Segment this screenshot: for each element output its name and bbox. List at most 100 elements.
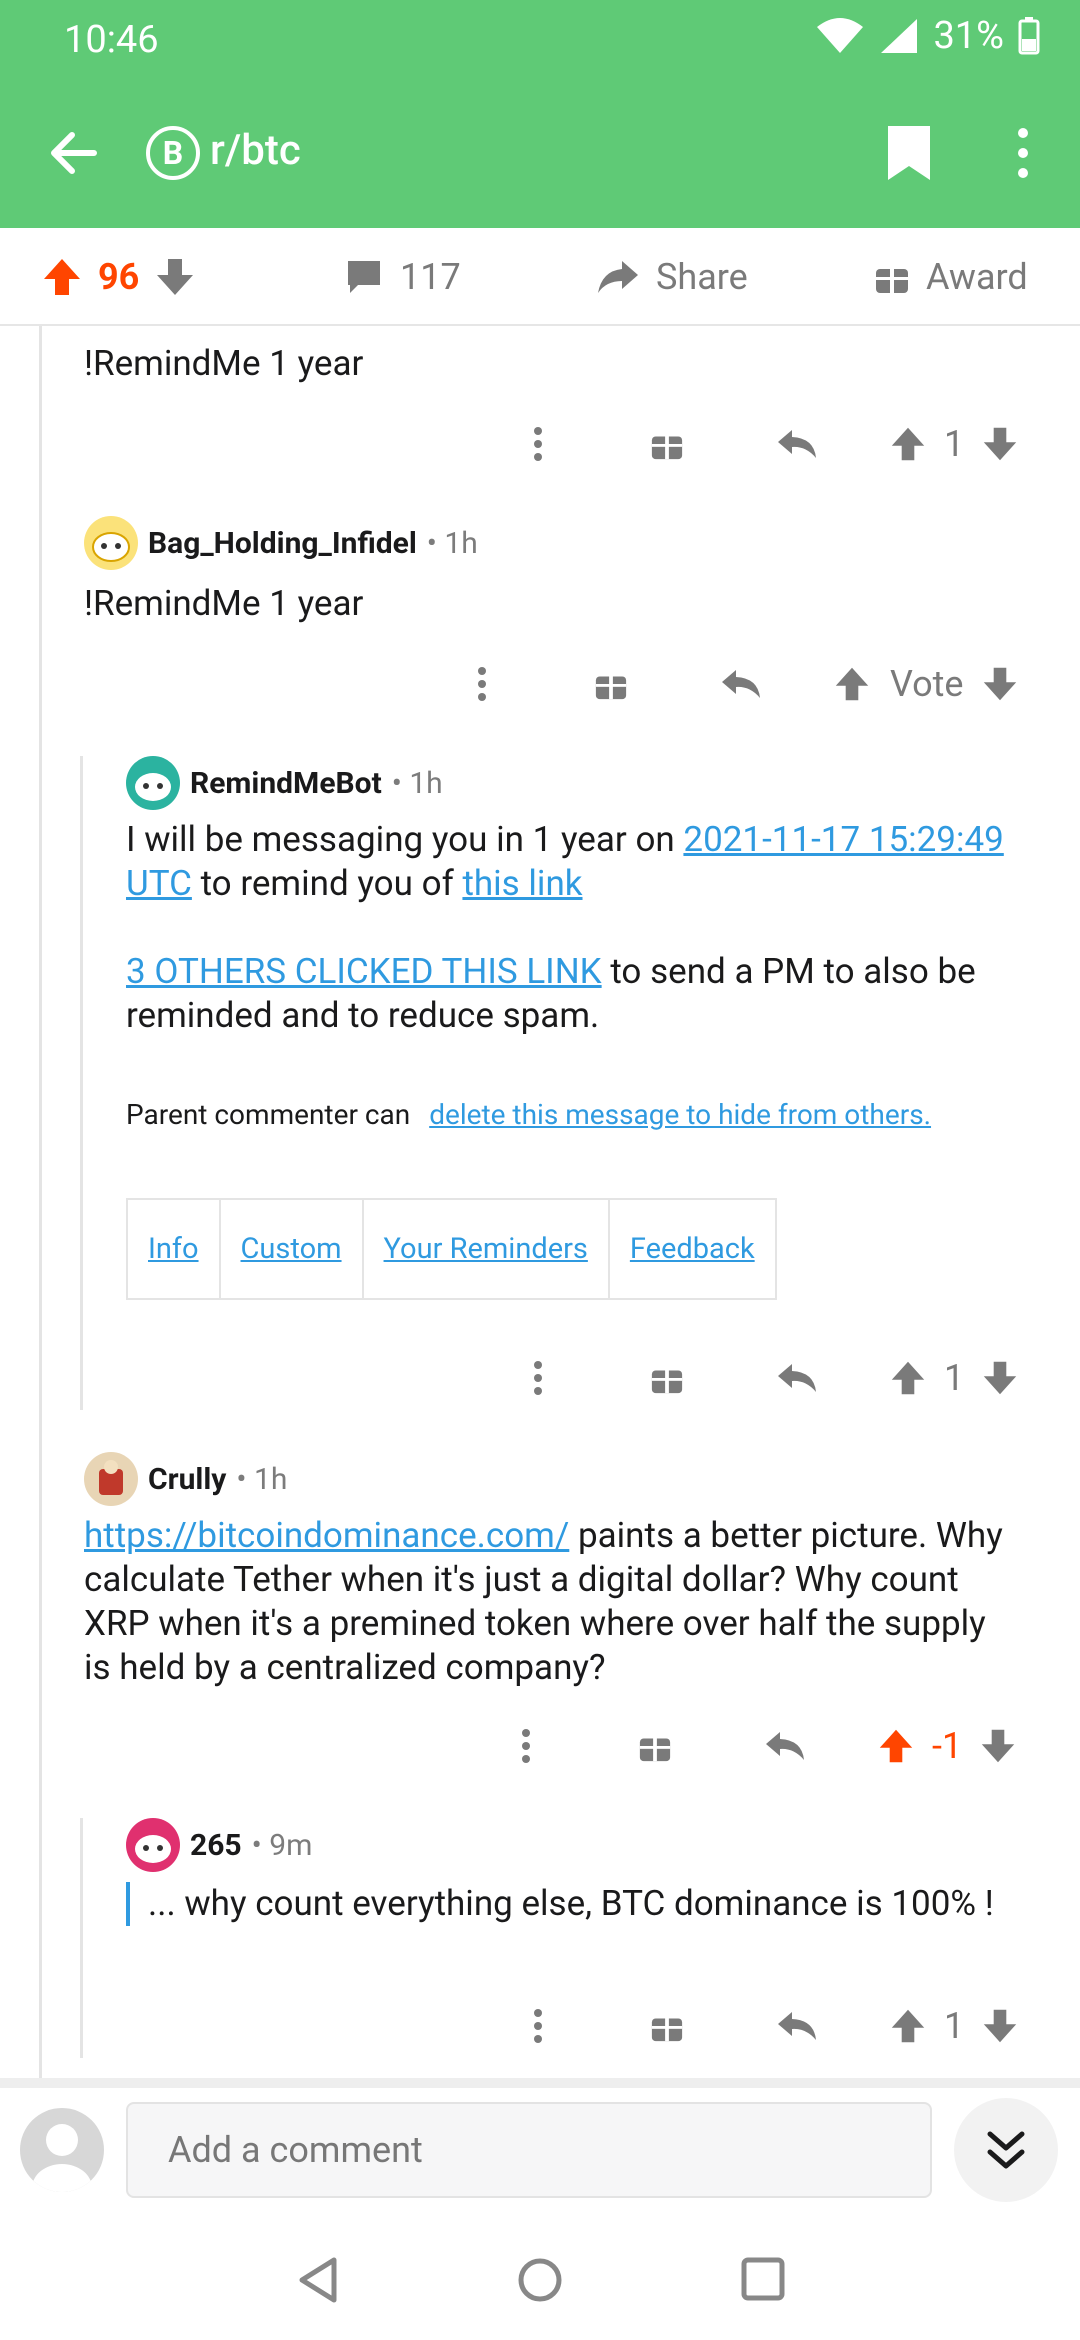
user-avatar-icon [135, 773, 171, 801]
wifi-icon [817, 18, 864, 53]
your-reminders-link[interactable]: Your Reminders [361, 1198, 610, 1300]
downvote-icon[interactable] [982, 666, 1018, 702]
others-clicked-link[interactable]: 3 OTHERS CLICKED THIS LINK [126, 951, 602, 992]
comment-time: • 1h [236, 1461, 288, 1497]
battery-icon [1018, 17, 1040, 55]
double-chevron-down-icon [987, 2131, 1025, 2169]
author-name[interactable]: Bag_Holding_Infidel [148, 526, 417, 561]
comment-time: • 9m [251, 1827, 313, 1863]
gift-icon[interactable] [650, 427, 684, 461]
parent-text: Parent commenter can [126, 1098, 411, 1131]
comment-actions: -1 [506, 1716, 1016, 1776]
author-name[interactable]: RemindMeBot [190, 766, 382, 801]
upvote-icon[interactable] [890, 2008, 926, 2044]
downvote-icon[interactable] [982, 2008, 1018, 2044]
upvote-icon[interactable] [890, 426, 926, 462]
comment-text: to remind you of [191, 863, 463, 904]
app-header: 10:46 31% B r/btc [0, 0, 1080, 228]
comment-score: -1 [932, 1725, 963, 1767]
comment-text: XRP when it's a premined token where ove… [84, 1603, 986, 1644]
gift-icon[interactable] [638, 1729, 672, 1763]
reply-icon[interactable] [776, 1360, 818, 1396]
subreddit-icon[interactable]: B [146, 126, 200, 180]
reply-icon[interactable] [720, 666, 762, 702]
add-comment-input[interactable]: Add a comment [126, 2102, 932, 2198]
more-options-icon[interactable] [520, 1728, 532, 1764]
gift-icon[interactable] [650, 1361, 684, 1395]
downvote-icon[interactable] [155, 257, 195, 297]
more-options-icon[interactable] [532, 2008, 544, 2044]
upvote-icon[interactable] [878, 1728, 914, 1764]
comments-count: 117 [400, 256, 461, 298]
comments-count-button[interactable]: 117 [344, 228, 461, 326]
this-link[interactable]: this link [462, 863, 582, 904]
award-label: Award [926, 256, 1028, 298]
upvote-icon[interactable] [890, 1360, 926, 1396]
thread-line[interactable] [80, 756, 83, 1410]
user-avatar-icon [99, 1460, 123, 1495]
nav-recents-icon[interactable] [740, 2256, 786, 2302]
avatar[interactable] [20, 2108, 104, 2192]
nav-back-icon[interactable] [296, 2256, 340, 2304]
avatar[interactable] [84, 516, 138, 570]
utc-link[interactable]: UTC [126, 863, 192, 904]
comment-body: !RemindMe 1 year [84, 583, 364, 624]
comment-composer-bar: Add a comment [0, 2088, 1080, 2340]
subreddit-title[interactable]: r/btc [210, 126, 301, 175]
more-options-icon[interactable] [532, 1360, 544, 1396]
upvote-icon[interactable] [42, 257, 82, 297]
parent-commenter-note: Parent commenter can delete this message… [126, 1098, 931, 1131]
quoted-text: ... why count everything else, BTC domin… [148, 1883, 994, 1924]
author-name[interactable]: 265 [190, 1828, 242, 1863]
user-avatar-icon [135, 1835, 171, 1863]
reply-icon[interactable] [776, 426, 818, 462]
share-button[interactable]: Share [596, 228, 748, 326]
reply-icon[interactable] [776, 2008, 818, 2044]
scroll-next-button[interactable] [954, 2098, 1058, 2202]
gift-icon [876, 263, 908, 293]
comment-text: to send a PM to also be [601, 951, 976, 992]
comment-icon [348, 261, 380, 293]
thread-line[interactable] [39, 326, 42, 2078]
back-arrow-icon[interactable] [46, 126, 100, 180]
thread-line[interactable] [80, 1818, 83, 2058]
reply-icon[interactable] [764, 1728, 806, 1764]
comment-actions: 1 [518, 1996, 1018, 2056]
award-button[interactable]: Award [874, 228, 1028, 326]
user-placeholder-icon [32, 2124, 92, 2192]
upvote-icon[interactable] [834, 666, 870, 702]
comment-body: I will be messaging you in 1 year on 202… [126, 818, 1066, 1038]
comment-actions: Vote [462, 654, 1018, 714]
battery-percent: 31% [933, 14, 1004, 58]
avatar[interactable] [126, 1818, 180, 1872]
downvote-icon[interactable] [982, 426, 1018, 462]
date-link[interactable]: 2021-11-17 15:29:49 [683, 819, 1003, 860]
comment-text: is held by a centralized company? [84, 1647, 606, 1688]
comment-time: • 1h [391, 765, 443, 801]
feedback-link[interactable]: Feedback [607, 1198, 777, 1300]
gift-icon[interactable] [650, 2009, 684, 2043]
comment-author: RemindMeBot • 1h [126, 756, 443, 810]
bookmark-icon[interactable] [886, 124, 932, 182]
custom-link[interactable]: Custom [218, 1198, 364, 1300]
comment-actions: 1 [518, 1348, 1018, 1408]
downvote-icon[interactable] [982, 1360, 1018, 1396]
more-options-icon[interactable] [532, 426, 544, 462]
comment-text: I will be messaging you in 1 year on [126, 819, 684, 860]
downvote-icon[interactable] [980, 1728, 1016, 1764]
gift-icon[interactable] [594, 667, 628, 701]
status-time: 10:46 [64, 18, 159, 62]
signal-icon [881, 19, 918, 53]
nav-home-icon[interactable] [516, 2256, 564, 2304]
comment-score: 1 [944, 1357, 965, 1399]
info-link[interactable]: Info [126, 1198, 221, 1300]
author-name[interactable]: Crully [148, 1462, 226, 1497]
delete-message-link[interactable]: delete this message to hide from others. [429, 1098, 931, 1131]
bitcoindominance-link[interactable]: https://bitcoindominance.com/ [84, 1515, 569, 1556]
post-action-bar: 96 117 Share Award [0, 228, 1080, 326]
avatar[interactable] [84, 1452, 138, 1506]
avatar[interactable] [126, 756, 180, 810]
share-icon [598, 261, 638, 293]
overflow-menu-icon[interactable] [1010, 126, 1036, 180]
more-options-icon[interactable] [476, 666, 488, 702]
